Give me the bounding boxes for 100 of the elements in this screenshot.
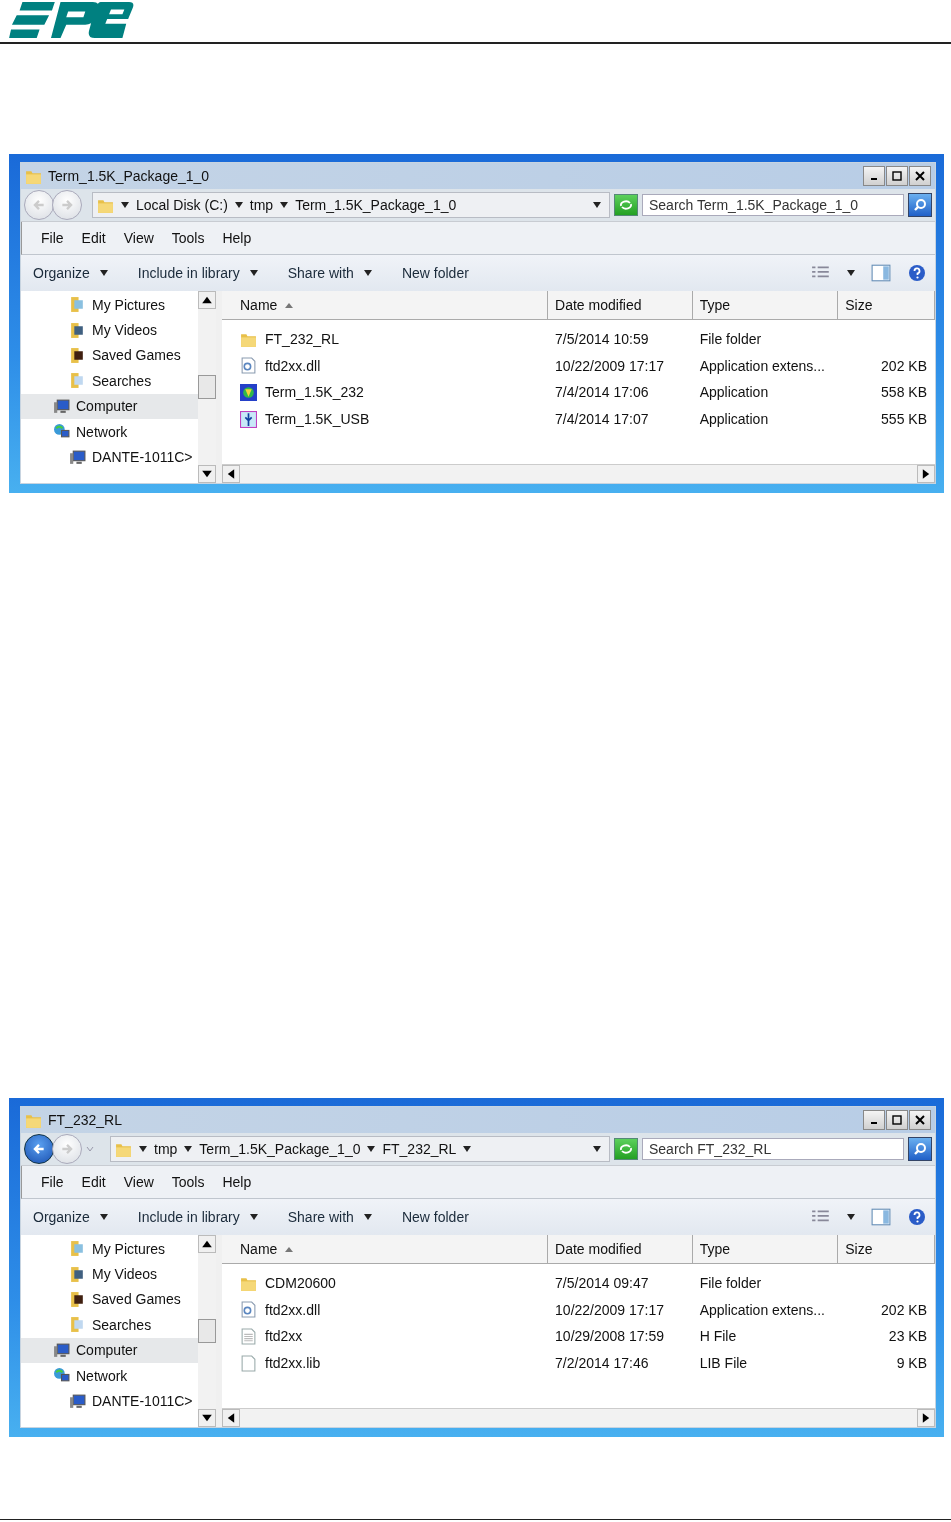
- toolbar-button[interactable]: Share with: [283, 261, 376, 285]
- caret-icon[interactable]: [139, 1146, 147, 1152]
- caret-icon[interactable]: [363, 1214, 372, 1220]
- search-field[interactable]: Search FT_232_RL: [642, 1138, 904, 1160]
- caret-icon[interactable]: [593, 1146, 601, 1152]
- menu-item[interactable]: Edit: [72, 1174, 115, 1190]
- scroll-down-icon[interactable]: [198, 1409, 216, 1427]
- column-header[interactable]: Type: [692, 291, 839, 319]
- caret-icon[interactable]: [463, 1146, 472, 1152]
- search-field[interactable]: Search Term_1.5K_Package_1_0: [642, 194, 904, 216]
- menu-item[interactable]: Tools: [162, 230, 214, 246]
- nav-item[interactable]: My Videos: [21, 1261, 198, 1287]
- column-header[interactable]: Name: [222, 291, 549, 319]
- scrollbar[interactable]: [198, 1235, 216, 1427]
- file-name[interactable]: Term_1.5K_232: [265, 384, 364, 401]
- maximize-button[interactable]: [886, 166, 908, 186]
- column-header[interactable]: Name: [222, 1235, 549, 1263]
- search-icon[interactable]: [913, 1142, 927, 1156]
- file-name[interactable]: ftd2xx.dll: [265, 357, 321, 374]
- nav-item[interactable]: Computer: [21, 393, 198, 419]
- file-name[interactable]: FT_232_RL: [265, 331, 339, 348]
- caret-icon[interactable]: [280, 202, 289, 208]
- search-button[interactable]: [908, 193, 932, 217]
- menu-item[interactable]: Tools: [162, 1174, 214, 1190]
- scroll-right-icon[interactable]: [917, 1409, 935, 1427]
- close-button[interactable]: [909, 166, 931, 186]
- toolbar-button[interactable]: New folder: [397, 1205, 473, 1229]
- scroll-left-icon[interactable]: [222, 465, 240, 483]
- scrollbar[interactable]: [222, 464, 935, 483]
- file-name[interactable]: ftd2xx: [265, 1328, 303, 1345]
- toolbar-button[interactable]: New folder: [397, 261, 473, 285]
- maximize-button[interactable]: [886, 1110, 908, 1130]
- menu-item[interactable]: File: [32, 230, 73, 246]
- nav-item[interactable]: My Pictures: [21, 292, 198, 318]
- file-name[interactable]: Term_1.5K_USB: [265, 411, 370, 428]
- nav-item[interactable]: My Pictures: [21, 1236, 198, 1262]
- toolbar-button[interactable]: Organize: [29, 1205, 112, 1229]
- nav-item[interactable]: Searches: [21, 1312, 198, 1338]
- caret-icon[interactable]: [121, 202, 129, 208]
- nav-item[interactable]: Saved Games: [21, 342, 198, 369]
- caret-icon[interactable]: [847, 1214, 855, 1220]
- caret-icon[interactable]: [234, 202, 243, 208]
- menu-item[interactable]: File: [32, 1174, 73, 1190]
- nav-item[interactable]: Saved Games: [21, 1286, 198, 1313]
- toolbar-button[interactable]: Organize: [29, 261, 112, 285]
- help-icon[interactable]: [907, 1208, 927, 1226]
- scroll-up-icon[interactable]: [198, 291, 216, 309]
- search-button[interactable]: [908, 1137, 932, 1161]
- file-name[interactable]: CDM20600: [265, 1275, 336, 1292]
- caret-icon[interactable]: [99, 270, 108, 276]
- caret-icon[interactable]: [99, 1214, 108, 1220]
- close-icon[interactable]: [915, 171, 925, 181]
- refresh-icon[interactable]: [618, 199, 634, 211]
- scroll-up-icon[interactable]: [198, 1235, 216, 1253]
- refresh-button[interactable]: [614, 1138, 638, 1160]
- nav-item[interactable]: Network: [21, 418, 198, 445]
- breadcrumb[interactable]: Term_1.5K_Package_1_0: [295, 197, 457, 213]
- breadcrumb[interactable]: Local Disk (C:): [136, 197, 228, 213]
- scroll-thumb[interactable]: [198, 375, 216, 399]
- help-icon[interactable]: [907, 264, 927, 282]
- breadcrumb[interactable]: Term_1.5K_Package_1_0: [199, 1141, 361, 1157]
- caret-icon[interactable]: [363, 270, 372, 276]
- column-header[interactable]: Date modified: [548, 291, 693, 319]
- menu-item[interactable]: Edit: [72, 230, 115, 246]
- column-header[interactable]: Type: [692, 1235, 839, 1263]
- caret-icon[interactable]: [593, 202, 601, 208]
- maximize-icon[interactable]: [892, 171, 902, 181]
- caret-icon[interactable]: [249, 1214, 258, 1220]
- column-header[interactable]: Size: [838, 291, 935, 319]
- search-icon[interactable]: [913, 198, 927, 212]
- file-name[interactable]: ftd2xx.lib: [265, 1355, 321, 1372]
- scroll-left-icon[interactable]: [222, 1409, 240, 1427]
- minimize-button[interactable]: [863, 166, 885, 186]
- toolbar-button[interactable]: Share with: [283, 1205, 376, 1229]
- minimize-button[interactable]: [863, 1110, 885, 1130]
- scroll-right-icon[interactable]: [917, 465, 935, 483]
- address-bar[interactable]: Local Disk (C:) tmp Term_1.5K_Package_1_0: [92, 192, 610, 218]
- scrollbar[interactable]: [198, 291, 216, 483]
- toolbar-button[interactable]: Include in library: [133, 261, 262, 285]
- scroll-thumb[interactable]: [198, 1319, 216, 1343]
- column-header[interactable]: Size: [838, 1235, 935, 1263]
- refresh-button[interactable]: [614, 194, 638, 216]
- nav-item[interactable]: My Videos: [21, 317, 198, 343]
- nav-item[interactable]: DANTE-1011C>: [21, 444, 198, 470]
- maximize-icon[interactable]: [892, 1115, 902, 1125]
- scrollbar[interactable]: [222, 1408, 935, 1427]
- scroll-down-icon[interactable]: [198, 465, 216, 483]
- menu-item[interactable]: View: [114, 230, 163, 246]
- menu-item[interactable]: View: [114, 1174, 163, 1190]
- file-name[interactable]: ftd2xx.dll: [265, 1301, 321, 1318]
- nav-item[interactable]: DANTE-1011C>: [21, 1388, 198, 1414]
- menu-item[interactable]: Help: [213, 230, 261, 246]
- refresh-icon[interactable]: [618, 1143, 634, 1155]
- address-bar[interactable]: tmp Term_1.5K_Package_1_0 FT_232_RL: [110, 1136, 610, 1162]
- nav-item[interactable]: Network: [21, 1362, 198, 1389]
- nav-item[interactable]: Computer: [21, 1337, 198, 1363]
- caret-icon[interactable]: [249, 270, 258, 276]
- column-header[interactable]: Date modified: [548, 1235, 693, 1263]
- caret-icon[interactable]: [367, 1146, 376, 1152]
- close-button[interactable]: [909, 1110, 931, 1130]
